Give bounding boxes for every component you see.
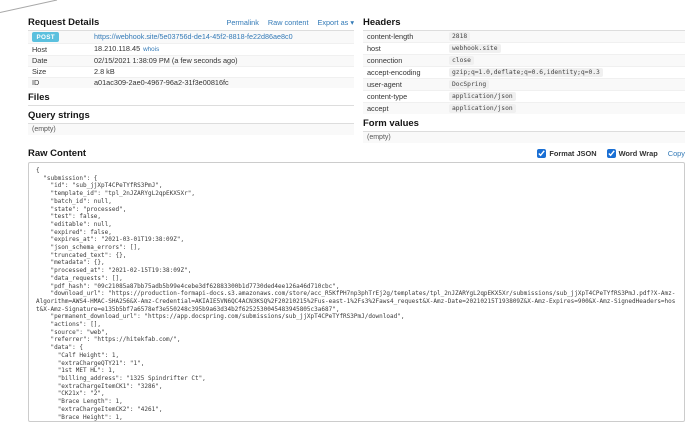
header-row-user-agent: user-agent DocSpring: [363, 78, 685, 90]
header-name: accept-encoding: [367, 69, 449, 77]
export-as-dropdown[interactable]: Export as ▾: [317, 18, 354, 28]
table-row-method-url: POST https://webhook.site/5e03756d-de14-…: [28, 31, 354, 43]
query-strings-header: Query strings: [28, 111, 354, 124]
host-ip: 18.210.118.45: [94, 44, 140, 53]
word-wrap-checkbox[interactable]: [607, 149, 616, 158]
headers-title: Headers: [363, 18, 401, 28]
size-label: Size: [32, 68, 94, 76]
table-row-id: ID a01ac309-2ae0-4967-96a2-31f3e00816fc: [28, 77, 354, 88]
caret-down-icon: ▾: [350, 18, 354, 27]
headers-table: content-length 2818 host webhook.site co…: [363, 31, 685, 114]
header-name: user-agent: [367, 81, 449, 89]
raw-content-title: Raw Content: [28, 148, 86, 159]
whois-link[interactable]: whois: [143, 46, 159, 53]
format-json-checkbox[interactable]: [537, 149, 546, 158]
host-value: 18.210.118.45whois: [94, 45, 350, 54]
header-row-accept-encoding: accept-encoding gzip;q=1.0,deflate;q=0.6…: [363, 66, 685, 78]
request-details-section: Request Details Permalink Raw content Ex…: [28, 18, 354, 143]
raw-content-box[interactable]: { "submission": { "id": "sub_jjXpT4CPeTY…: [28, 162, 685, 422]
webhook-request-page: Request Details Permalink Raw content Ex…: [0, 0, 690, 422]
form-values-header: Form values: [363, 119, 685, 132]
url-cell: https://webhook.site/5e03756d-de14-45f2-…: [94, 33, 350, 41]
header-value: webhook.site: [449, 44, 501, 53]
permalink-link[interactable]: Permalink: [226, 18, 258, 28]
format-json-toggle[interactable]: Format JSON: [537, 149, 596, 158]
header-value: gzip;q=1.0,deflate;q=0.6,identity;q=0.3: [449, 68, 603, 77]
word-wrap-label: Word Wrap: [619, 149, 658, 158]
query-strings-empty: (empty): [28, 124, 354, 135]
date-value: 02/15/2021 1:38:09 PM (a few seconds ago…: [94, 57, 350, 65]
date-label: Date: [32, 57, 94, 65]
header-name: content-type: [367, 93, 449, 101]
header-value: 2818: [449, 32, 470, 41]
method-badge: POST: [32, 32, 59, 42]
form-values-empty: (empty): [363, 132, 685, 143]
header-name: host: [367, 45, 449, 53]
table-row-size: Size 2.8 kB: [28, 66, 354, 77]
form-values-title: Form values: [363, 119, 419, 129]
details-columns: Request Details Permalink Raw content Ex…: [28, 18, 685, 143]
header-row-content-type: content-type application/json: [363, 90, 685, 102]
request-url-link[interactable]: https://webhook.site/5e03756d-de14-45f2-…: [94, 32, 293, 41]
copy-link[interactable]: Copy: [668, 149, 685, 158]
request-details-header: Request Details Permalink Raw content Ex…: [28, 18, 354, 31]
header-row-content-length: content-length 2818: [363, 31, 685, 42]
id-label: ID: [32, 79, 94, 87]
headers-header: Headers: [363, 18, 685, 31]
files-header: Files: [28, 93, 354, 106]
table-row-host: Host 18.210.118.45whois: [28, 43, 354, 55]
id-value: a01ac309-2ae0-4967-96a2-31f3e00816fc: [94, 79, 350, 87]
raw-content-header: Raw Content Format JSON Word Wrap Copy: [28, 148, 685, 159]
query-strings-title: Query strings: [28, 111, 90, 121]
word-wrap-toggle[interactable]: Word Wrap: [607, 149, 658, 158]
host-label: Host: [32, 46, 94, 54]
request-details-title: Request Details: [28, 18, 99, 28]
files-title: Files: [28, 93, 50, 103]
header-value: application/json: [449, 92, 516, 101]
header-name: connection: [367, 57, 449, 65]
header-value: application/json: [449, 104, 516, 113]
size-value: 2.8 kB: [94, 68, 350, 76]
export-as-label: Export as: [317, 18, 348, 27]
table-row-date: Date 02/15/2021 1:38:09 PM (a few second…: [28, 55, 354, 66]
header-row-accept: accept application/json: [363, 102, 685, 114]
format-json-label: Format JSON: [549, 149, 596, 158]
header-row-connection: connection close: [363, 54, 685, 66]
request-actions: Permalink Raw content Export as ▾: [226, 18, 354, 28]
screenshot-corner-artifact: [0, 0, 60, 14]
header-value: close: [449, 56, 474, 65]
header-name: content-length: [367, 33, 449, 41]
header-row-host: host webhook.site: [363, 42, 685, 54]
request-details-table: POST https://webhook.site/5e03756d-de14-…: [28, 31, 354, 88]
header-name: accept: [367, 105, 449, 113]
raw-content-link[interactable]: Raw content: [268, 18, 309, 28]
method-cell: POST: [32, 32, 94, 42]
header-value: DocSpring: [449, 80, 489, 89]
headers-section: Headers content-length 2818 host webhook…: [363, 18, 685, 143]
raw-json-body: { "submission": { "id": "sub_jjXpT4CPeTY…: [36, 167, 677, 421]
raw-content-controls: Format JSON Word Wrap Copy: [537, 149, 685, 158]
